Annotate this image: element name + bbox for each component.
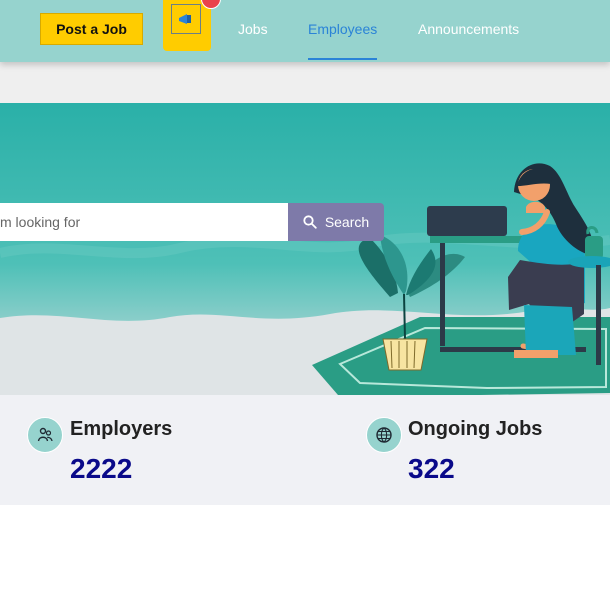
search-input[interactable] xyxy=(0,203,288,241)
top-navigation-bar: Post a Job Jobs Employees Announcements xyxy=(0,0,610,62)
search-button[interactable]: Search xyxy=(288,203,384,241)
megaphone-icon xyxy=(179,14,191,24)
globe-icon xyxy=(376,427,392,443)
stats-section: Employers 2222 Ongoing Jobs 322 xyxy=(0,395,610,505)
employers-count: 2222 xyxy=(70,453,133,484)
active-nav-indicator xyxy=(308,58,377,60)
hero-banner xyxy=(0,103,610,395)
ongoing-jobs-icon-circle xyxy=(366,417,402,453)
people-icon xyxy=(37,427,53,442)
search-button-label: Search xyxy=(324,214,370,230)
hero-illustration xyxy=(0,103,610,395)
nav-item-jobs[interactable]: Jobs xyxy=(238,20,268,38)
megaphone-icon-frame xyxy=(171,4,201,34)
ongoing-jobs-label: Ongoing Jobs xyxy=(408,418,543,440)
nav-item-announcements[interactable]: Announcements xyxy=(418,20,519,38)
search-icon xyxy=(303,215,317,229)
post-job-button[interactable]: Post a Job xyxy=(40,13,143,45)
nav-item-employees[interactable]: Employees xyxy=(308,20,377,38)
employers-label: Employers xyxy=(70,418,173,440)
ongoing-jobs-count: 322 xyxy=(408,453,455,484)
subheader-strip xyxy=(0,62,610,103)
announcement-button[interactable] xyxy=(163,0,211,51)
employers-icon-circle xyxy=(27,417,63,453)
